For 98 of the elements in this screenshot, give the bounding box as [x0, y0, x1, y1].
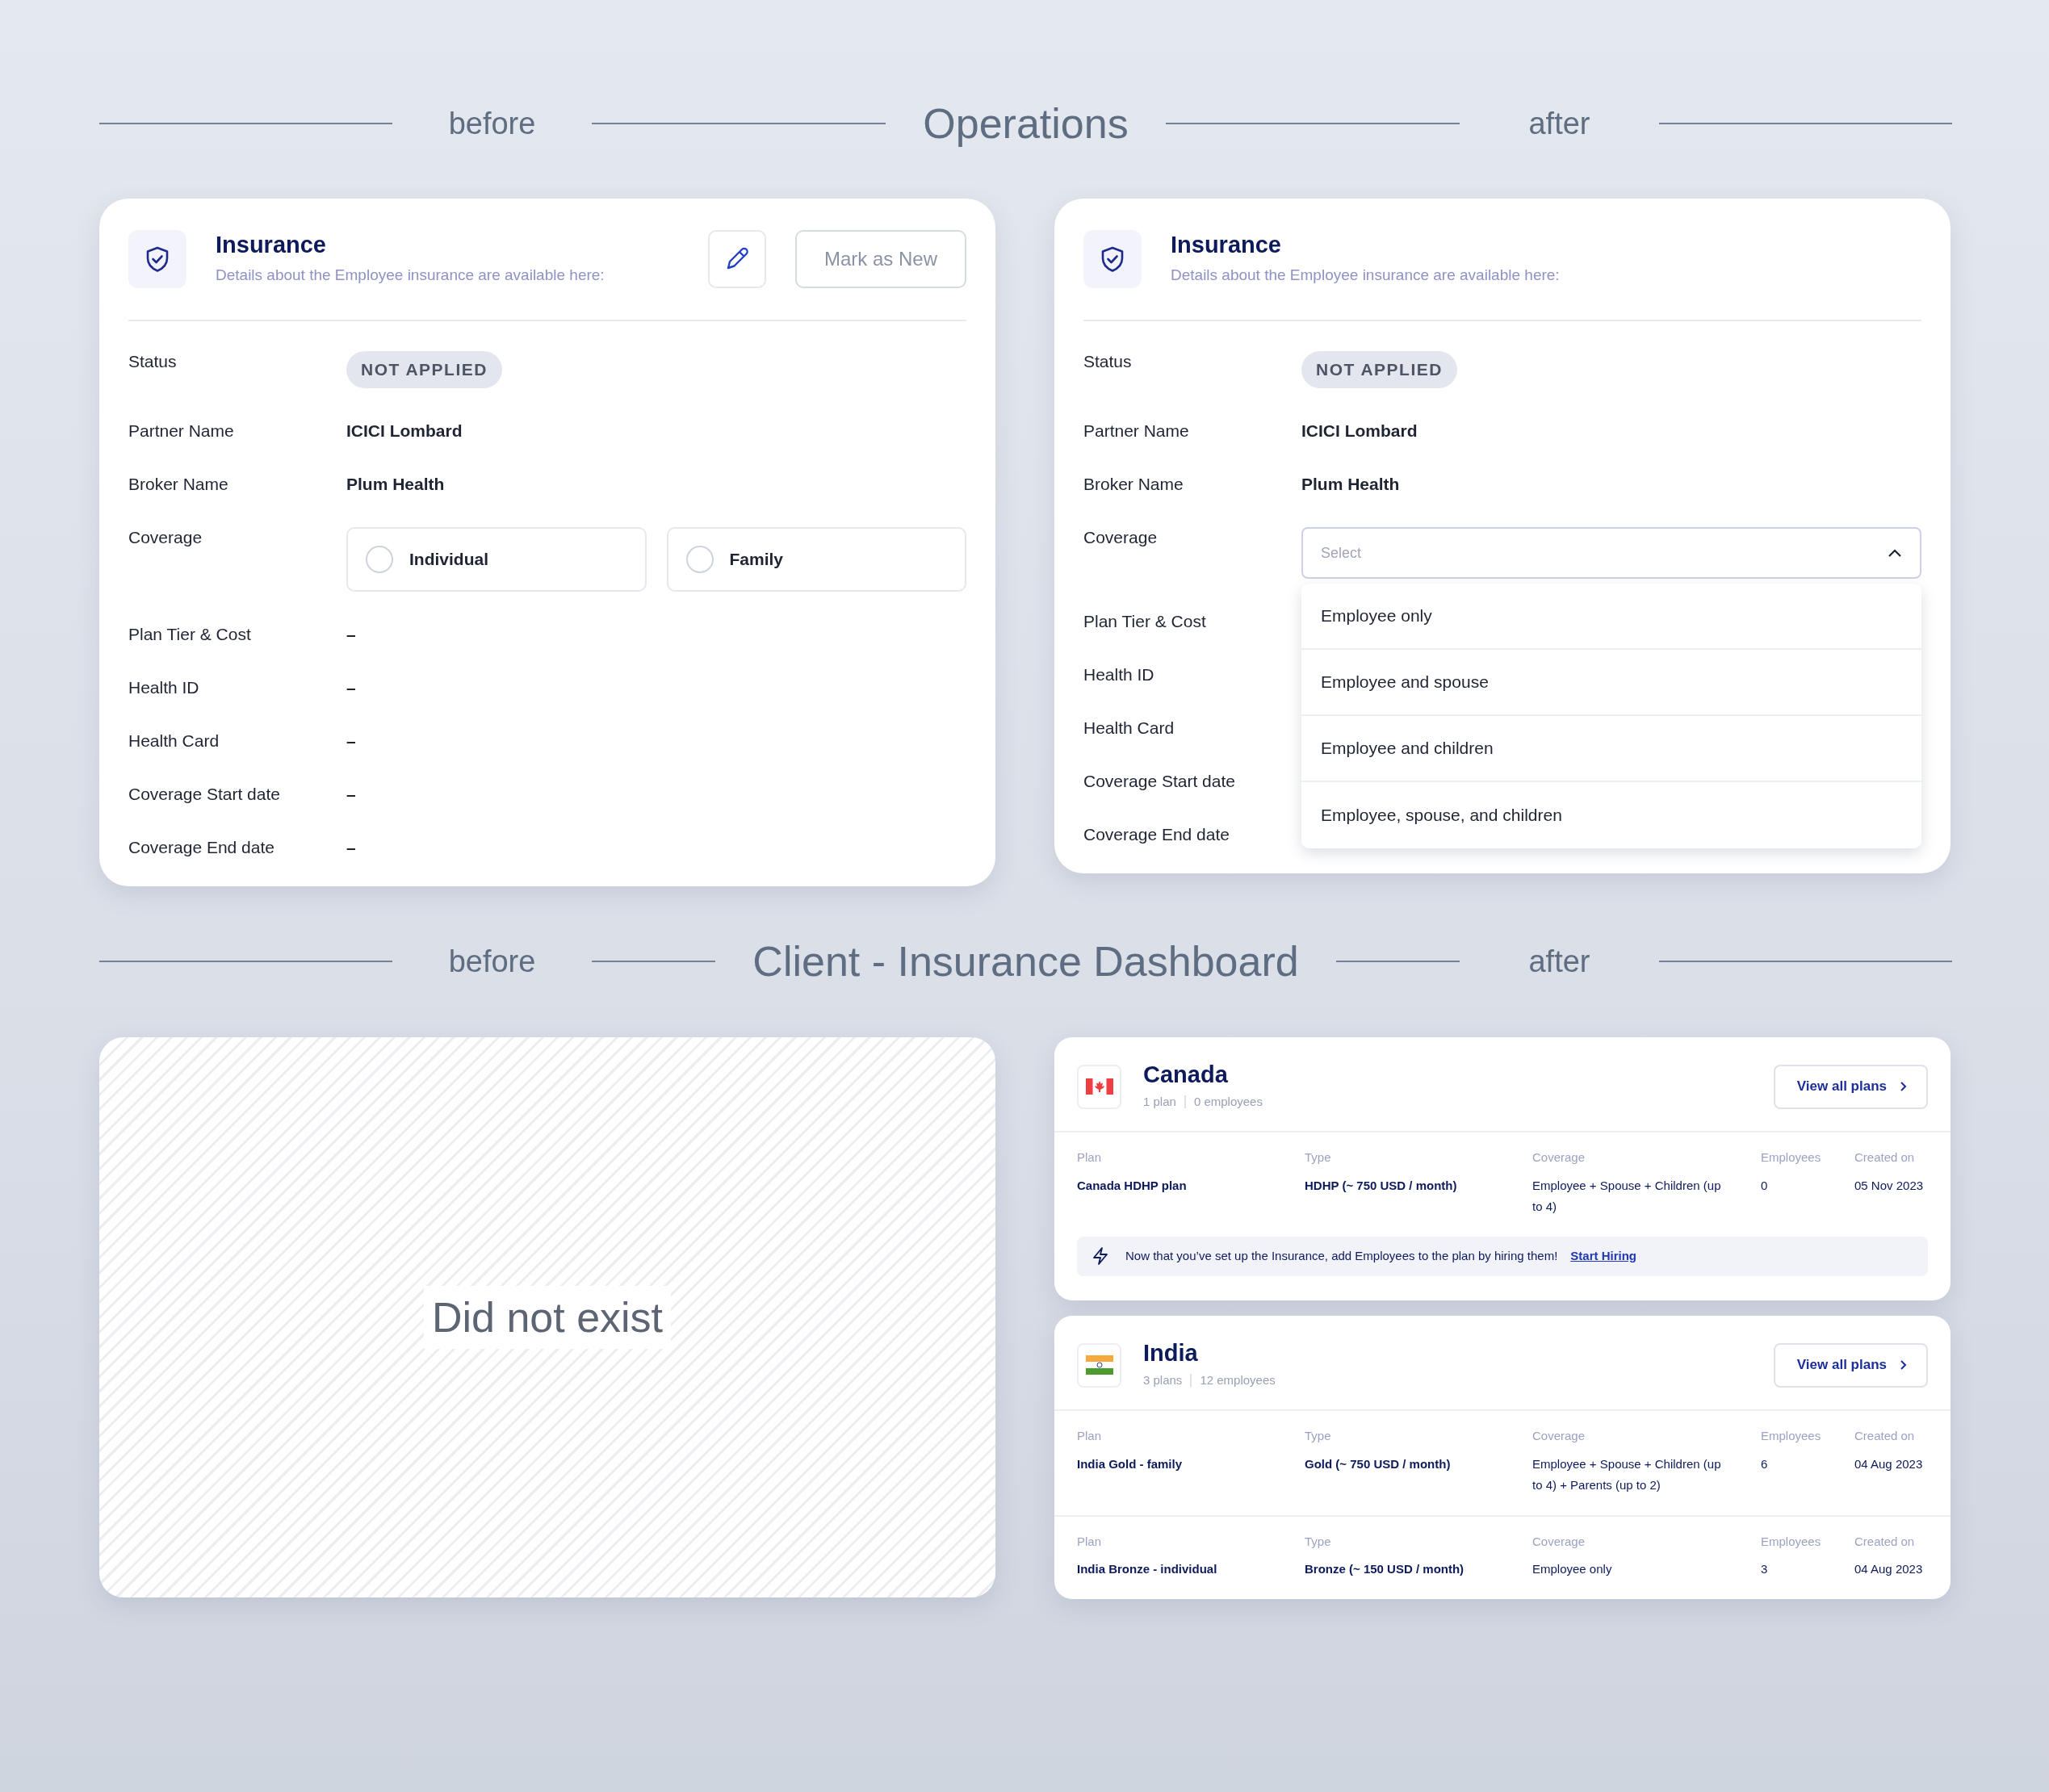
radio-button[interactable] — [366, 546, 393, 573]
field-value: ICICI Lombard — [346, 421, 463, 442]
field-label: Broker Name — [128, 474, 229, 495]
start-hiring-link[interactable]: Start Hiring — [1570, 1247, 1636, 1266]
country-name: India — [1143, 1340, 1199, 1367]
field-label: Health Card — [1083, 718, 1175, 739]
plan-coverage: Employee + Spouse + Children (up to 4) + Parents (up to 2) — [1532, 1455, 1722, 1493]
column-label: Plan — [1077, 1428, 1103, 1445]
field-value: – — [346, 624, 356, 645]
shield-check-icon — [128, 230, 186, 288]
employee-number: 0 — [1761, 1177, 1769, 1194]
employee-count: 12 employees — [1200, 1371, 1276, 1388]
column-label: Type — [1305, 1149, 1332, 1166]
column-label: Plan — [1077, 1533, 1103, 1550]
field-label: Coverage — [1083, 527, 1159, 548]
column-label: Employees — [1761, 1428, 1822, 1445]
plan-type: Gold (~ 750 USD / month) — [1305, 1455, 1452, 1472]
plan-name: Canada HDHP plan — [1077, 1177, 1188, 1194]
created-date: 05 Nov 2023 — [1854, 1177, 1925, 1194]
column-label: Plan — [1077, 1149, 1103, 1166]
field-label: Coverage End date — [1083, 824, 1230, 845]
plan-count: 1 plan — [1143, 1093, 1176, 1110]
column-label: Coverage — [1532, 1428, 1586, 1445]
status-badge: NOT APPLIED — [346, 351, 502, 388]
country-name: Canada — [1143, 1062, 1229, 1088]
field-label: Partner Name — [128, 421, 235, 442]
section-title: Client - Insurance Dashboard — [752, 937, 1299, 986]
field-label: Plan Tier & Cost — [1083, 611, 1207, 632]
plan-name: India Gold - family — [1077, 1455, 1183, 1472]
plan-type: Bronze (~ 150 USD / month) — [1305, 1561, 1465, 1578]
column-label: Coverage — [1532, 1149, 1586, 1166]
field-value: – — [346, 677, 356, 698]
section-title: Operations — [923, 99, 1129, 149]
column-label: Employees — [1761, 1533, 1822, 1550]
employee-number: 3 — [1761, 1561, 1769, 1578]
field-label: Plan Tier & Cost — [128, 624, 252, 645]
field-value: Plum Health — [1301, 474, 1400, 495]
chevron-right-icon — [1900, 1081, 1907, 1093]
card-title: Insurance — [1171, 231, 1282, 260]
field-label: Coverage Start date — [1083, 771, 1236, 792]
dropdown-option[interactable]: Employee and children — [1301, 716, 1921, 782]
column-label: Created on — [1854, 1149, 1916, 1166]
created-date: 04 Aug 2023 — [1854, 1455, 1924, 1472]
column-label: Type — [1305, 1428, 1332, 1445]
field-value: Plum Health — [346, 474, 445, 495]
before-label: before — [447, 943, 537, 980]
field-value: – — [346, 731, 356, 752]
coverage-option[interactable]: Family — [666, 527, 966, 592]
chevron-up-icon — [1888, 548, 1902, 558]
plan-coverage: Employee + Spouse + Children (up to 4) — [1532, 1177, 1722, 1215]
employee-count: 0 employees — [1193, 1093, 1263, 1110]
lightning-icon — [1092, 1246, 1109, 1267]
dropdown-option[interactable]: Employee, spouse, and children — [1301, 782, 1921, 848]
created-date: 04 Aug 2023 — [1854, 1561, 1924, 1578]
dropdown-option[interactable]: Employee and spouse — [1301, 650, 1921, 716]
plan-coverage: Employee only — [1532, 1561, 1613, 1578]
column-label: Created on — [1854, 1428, 1916, 1445]
view-all-plans-button[interactable]: View all plans — [1773, 1064, 1928, 1109]
field-label: Health Card — [128, 731, 220, 752]
field-label: Health ID — [128, 677, 200, 698]
field-label: Coverage Start date — [128, 784, 281, 805]
employee-number: 6 — [1761, 1455, 1769, 1472]
select-field[interactable]: Select — [1301, 527, 1921, 579]
dropdown-option[interactable]: Employee only — [1301, 584, 1921, 650]
before-label: before — [447, 105, 537, 142]
field-value: – — [346, 837, 356, 858]
placeholder-text: Did not exist — [423, 1286, 672, 1349]
after-label: after — [1527, 943, 1591, 980]
column-label: Type — [1305, 1533, 1332, 1550]
field-label: Status — [1083, 351, 1133, 372]
after-label: after — [1527, 105, 1591, 142]
plan-type: HDHP (~ 750 USD / month) — [1305, 1177, 1458, 1194]
plan-count: 3 plans — [1143, 1371, 1183, 1388]
edit-button[interactable] — [707, 230, 766, 288]
field-label: Partner Name — [1083, 421, 1190, 442]
india-flag-icon — [1085, 1355, 1113, 1375]
view-all-plans-button[interactable]: View all plans — [1773, 1342, 1928, 1388]
column-label: Created on — [1854, 1533, 1916, 1550]
field-label: Health ID — [1083, 664, 1155, 685]
field-label: Broker Name — [1083, 474, 1184, 495]
plan-name: India Bronze - individual — [1077, 1561, 1218, 1578]
status-badge: NOT APPLIED — [1301, 351, 1457, 388]
field-label: Status — [128, 351, 178, 372]
column-label: Coverage — [1532, 1533, 1586, 1550]
field-value: ICICI Lombard — [1301, 421, 1418, 442]
card-title: Insurance — [216, 231, 327, 260]
column-label: Employees — [1761, 1149, 1822, 1166]
field-label: Coverage — [128, 527, 203, 548]
notice-text: Now that you’ve set up the Insurance, add Employees to the plan by hiring them! — [1125, 1248, 1558, 1265]
field-value: – — [346, 784, 356, 805]
card-subtitle: Details about the Employee insurance are available here: — [216, 266, 605, 286]
coverage-option[interactable]: Individual — [346, 527, 647, 592]
chevron-right-icon — [1900, 1359, 1907, 1371]
field-label: Coverage End date — [128, 837, 275, 858]
card-subtitle: Details about the Employee insurance are available here: — [1171, 266, 1561, 286]
canada-flag-icon — [1085, 1078, 1113, 1095]
shield-check-icon — [1083, 230, 1142, 288]
radio-button[interactable] — [685, 546, 714, 573]
